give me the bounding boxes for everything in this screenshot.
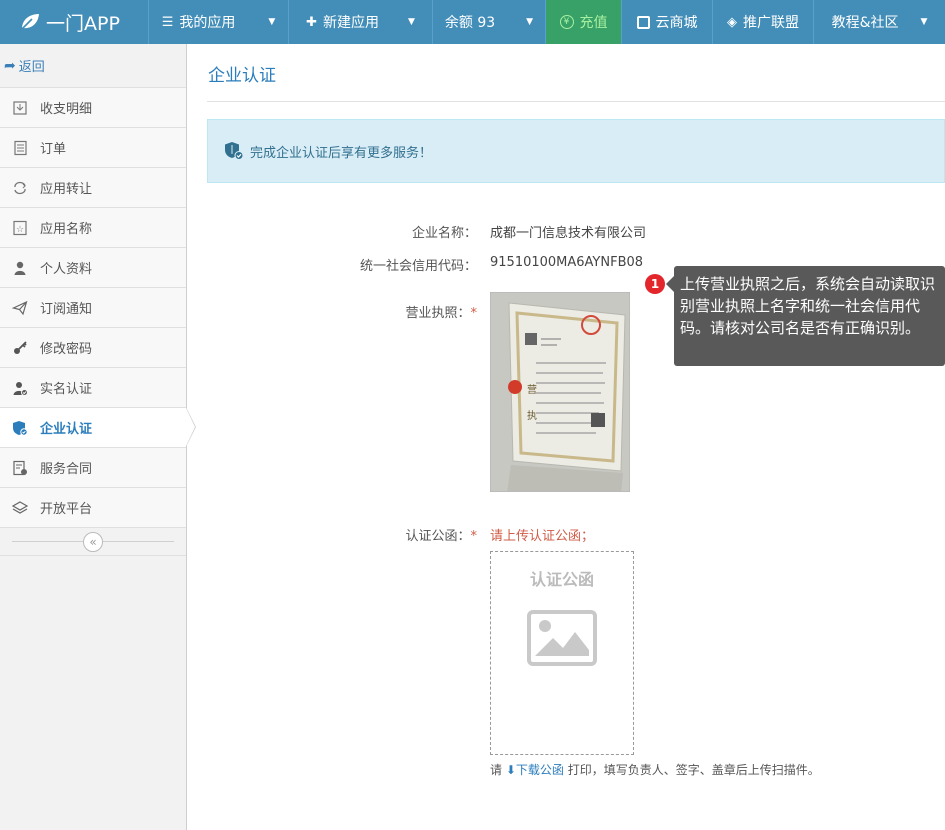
store-icon [636,15,650,29]
ocr-tooltip: 上传营业执照之后，系统会自动读取识别营业执照上名字和统一社会信用代码。请核对公司… [666,266,945,366]
nav-recharge[interactable]: ¥ 充值 [545,0,621,44]
credit-code-label: 统一社会信用代码： [359,259,477,274]
user-icon [11,259,29,277]
sidebar-item-label: 订单 [40,142,67,157]
sidebar-item-profile[interactable]: 个人资料 [0,248,186,288]
note-prefix: 请 [490,763,503,777]
user-check-icon [11,379,29,397]
upload-title: 认证公函 [529,570,594,589]
sidebar-item-label: 开放平台 [40,502,93,517]
sidebar-item-label: 收支明细 [40,102,93,117]
step-badge: 1 [645,274,665,294]
paper-plane-icon [11,299,29,317]
svg-text:营: 营 [527,383,537,396]
ledger-icon [11,99,29,117]
document-icon [11,139,29,157]
nav-recharge-label: 充值 [579,15,608,31]
nav-tutorial-community[interactable]: 教程&社区 ▼ [813,0,945,44]
required-mark: * [470,306,478,321]
sidebar-item-label: 实名认证 [40,382,93,397]
download-icon: ⬇ [505,763,516,777]
yen-icon: ¥ [559,15,574,29]
list-icon: ☰ [161,14,174,30]
collapse-sidebar-button[interactable]: « [83,531,103,552]
sidebar-item-app-name[interactable]: ☆ 应用名称 [0,208,186,248]
sidebar-collapse: « [0,528,186,556]
sidebar-item-change-password[interactable]: 修改密码 [0,328,186,368]
page-title: 企业认证 [207,44,945,102]
sidebar-item-orders[interactable]: 订单 [0,128,186,168]
sidebar-item-label: 订阅通知 [40,302,93,317]
sidebar-item-open-platform[interactable]: 开放平台 [0,488,186,528]
plus-icon: ✚ [306,14,317,30]
business-license-label: 营业执照：* [405,302,477,321]
sidebar: ➦ 返回 收支明细 订单 应用转让 ☆ 应用名称 个人资料 订阅通知 修改密码 … [0,44,196,830]
company-name-value: 成都一门信息技术有限公司 [490,226,647,241]
back-link[interactable]: ➦ 返回 [0,44,186,88]
sidebar-item-label: 企业认证 [40,422,93,437]
auth-letter-hint: 请上传认证公函； [490,529,595,544]
reply-arrow-icon: ➦ [4,57,16,74]
sidebar-item-enterprise-verification[interactable]: 企业认证 [0,407,196,448]
brand-name: 一门APP [46,12,120,35]
nav-affiliate-label: 推广联盟 [743,15,799,31]
alert-text: 完成企业认证后享有更多服务！ [250,145,433,161]
auth-letter-label: 认证公函：* [405,525,477,544]
nav-my-apps[interactable]: ☰ 我的应用 ▼ [148,0,288,44]
shield-check-icon [225,142,244,160]
back-label: 返回 [18,60,45,75]
diamond-icon: ◈ [727,14,737,30]
chevron-down-icon: ▼ [268,17,276,27]
download-letter-link[interactable]: ⬇下载公函 [506,763,564,777]
sidebar-item-label: 个人资料 [40,262,93,277]
top-navbar: 一门APP ☰ 我的应用 ▼ ✚ 新建应用 ▼ 余额 93 ▼ ¥ 充值 云商城… [0,0,945,44]
contract-icon [11,459,29,477]
chevron-down-icon: ▼ [920,17,928,27]
sidebar-item-label: 应用转让 [40,182,93,197]
sidebar-item-app-transfer[interactable]: 应用转让 [0,168,186,208]
sidebar-item-label: 应用名称 [40,222,93,237]
chevron-down-icon: ▼ [407,17,415,27]
sidebar-item-subscriptions[interactable]: 订阅通知 [0,288,186,328]
double-chevron-left-icon: « [89,534,97,549]
svg-text:☆: ☆ [16,225,24,235]
license-photo: 营 执 [491,293,629,491]
required-mark: * [470,529,478,544]
image-placeholder-icon [527,610,597,666]
brand-logo[interactable]: 一门APP [0,0,148,44]
info-alert: 完成企业认证后享有更多服务！ [207,119,945,183]
note-suffix: 打印，填写负责人、签字、盖章后上传扫描件。 [567,763,820,777]
svg-text:执: 执 [527,409,537,422]
main-content: 企业认证 完成企业认证后享有更多服务！ 企业名称： 成都一门信息技术有限公司 统… [207,44,945,777]
leaf-icon [20,14,39,31]
download-note: 请 ⬇下载公函 打印，填写负责人、签字、盖章后上传扫描件。 [490,761,820,778]
business-license-image[interactable]: 营 执 [490,292,630,492]
sidebar-item-identity-verification[interactable]: 实名认证 [0,368,186,408]
transfer-icon [11,179,29,197]
business-license-label-text: 营业执照： [405,306,471,321]
star-icon: ☆ [11,219,29,237]
nav-new-app[interactable]: ✚ 新建应用 ▼ [288,0,432,44]
nav-balance[interactable]: 余额 93 ▼ [432,0,545,44]
nav-affiliate[interactable]: ◈ 推广联盟 [712,0,813,44]
nav-cloud-store[interactable]: 云商城 [621,0,712,44]
nav-balance-label: 余额 93 [444,15,496,31]
key-icon [11,339,29,357]
sidebar-item-transactions[interactable]: 收支明细 [0,88,186,128]
sidebar-item-label: 服务合同 [40,462,93,477]
company-name-label: 企业名称： [411,226,477,241]
auth-letter-label-text: 认证公函： [405,529,471,544]
sidebar-item-service-contract[interactable]: 服务合同 [0,448,186,488]
nav-new-app-label: 新建应用 [322,15,379,31]
sidebar-item-label: 修改密码 [40,342,93,357]
shield-check-icon [11,419,29,437]
download-letter-label: 下载公函 [515,763,564,777]
auth-letter-upload[interactable]: 认证公函 [490,551,634,755]
nav-my-apps-label: 我的应用 [179,15,236,31]
nav-cloud-store-label: 云商城 [655,15,698,31]
nav-tutorial-label: 教程&社区 [831,15,899,31]
chevron-down-icon: ▼ [526,17,534,27]
layers-icon [11,499,29,517]
credit-code-value: 91510100MA6AYNFB08 [490,255,644,270]
